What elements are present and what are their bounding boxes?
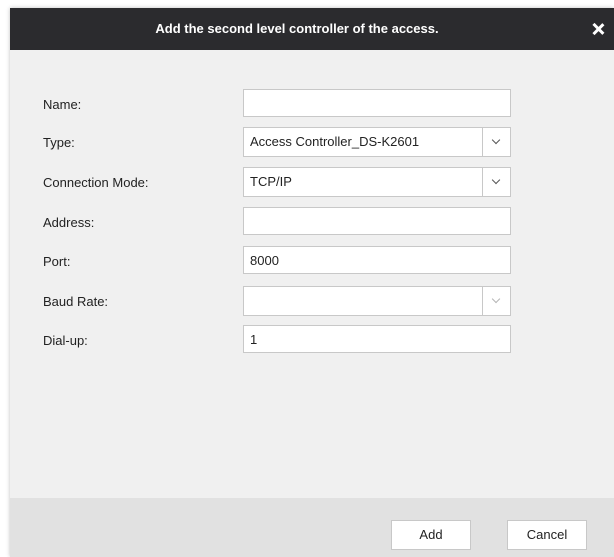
baud-rate-label: Baud Rate: — [43, 294, 109, 309]
address-input[interactable] — [243, 207, 511, 235]
type-select-value: Access Controller_DS-K2601 — [250, 134, 420, 149]
dialog-titlebar: Add the second level controller of the a… — [10, 8, 614, 50]
add-controller-dialog: Add the second level controller of the a… — [10, 8, 614, 557]
chevron-down-icon — [491, 294, 501, 304]
dial-up-input[interactable] — [243, 325, 511, 353]
address-label: Address: — [43, 215, 95, 230]
type-label: Type: — [43, 135, 75, 150]
name-label: Name: — [43, 97, 82, 112]
baud-rate-select[interactable] — [243, 286, 511, 316]
close-icon[interactable] — [590, 21, 606, 37]
cancel-button[interactable]: Cancel — [507, 520, 587, 550]
name-input[interactable] — [243, 89, 511, 117]
connection-mode-label: Connection Mode: — [43, 175, 149, 190]
port-label: Port: — [43, 254, 71, 269]
port-input[interactable] — [243, 246, 511, 274]
type-select[interactable]: Access Controller_DS-K2601 — [243, 127, 511, 157]
connection-mode-dropdown-button[interactable] — [482, 168, 510, 196]
baud-rate-dropdown-button[interactable] — [482, 287, 510, 315]
add-button[interactable]: Add — [391, 520, 471, 550]
dialog-body — [10, 50, 614, 498]
dialog-title: Add the second level controller of the a… — [155, 21, 439, 36]
chevron-down-icon — [491, 135, 501, 145]
connection-mode-select-value: TCP/IP — [250, 174, 292, 189]
dial-up-label: Dial-up: — [43, 333, 88, 348]
connection-mode-select[interactable]: TCP/IP — [243, 167, 511, 197]
chevron-down-icon — [491, 175, 501, 185]
type-dropdown-button[interactable] — [482, 128, 510, 156]
